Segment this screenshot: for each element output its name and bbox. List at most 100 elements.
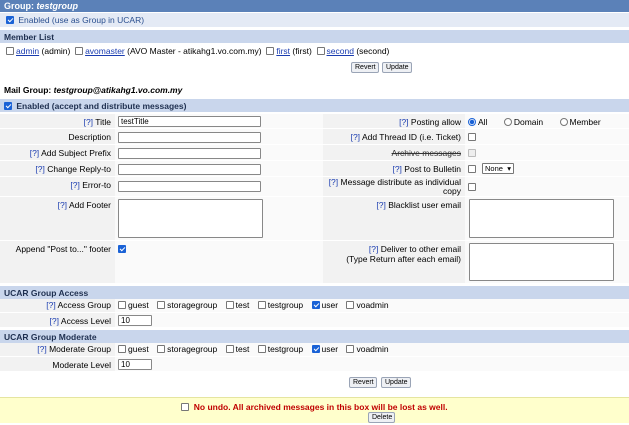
member-checkbox[interactable] [6, 47, 14, 55]
help-link[interactable]: [?] [399, 117, 408, 127]
individual-checkbox[interactable] [468, 183, 476, 191]
moderate-checkbox[interactable] [311, 345, 320, 353]
help-link[interactable]: [?] [84, 117, 93, 127]
moderate-option-testgroup[interactable]: testgroup [257, 344, 303, 354]
access-level-input[interactable]: 10 [118, 315, 152, 326]
moderate-checkbox[interactable] [225, 345, 234, 353]
access-option-voadmin[interactable]: voadmin [346, 300, 389, 310]
access-checkbox[interactable] [311, 301, 320, 309]
moderate-option-guest[interactable]: guest [118, 344, 149, 354]
delete-button[interactable]: Delete [368, 412, 395, 423]
access-option-storagegroup[interactable]: storagegroup [157, 300, 217, 310]
help-link[interactable]: [?] [46, 300, 55, 310]
mail-group-header: Mail Group: testgroup@atikahg1.vo.com.my [0, 84, 629, 96]
moderate-option-storagegroup[interactable]: storagegroup [157, 344, 217, 354]
access-option-testgroup[interactable]: testgroup [257, 300, 303, 310]
help-link[interactable]: [?] [329, 177, 338, 187]
member-update-button[interactable]: Update [382, 62, 412, 73]
moderate-level-label: Moderate Level [52, 360, 111, 370]
member-checkbox[interactable] [316, 47, 325, 55]
subject-prefix-input[interactable] [118, 148, 261, 159]
member-desc: (first) [292, 46, 312, 56]
thread-id-label: Add Thread ID (i.e. Ticket) [361, 132, 461, 142]
bulletin-select[interactable]: None ▾ [482, 163, 514, 174]
posting-radio[interactable] [503, 118, 512, 126]
title-input[interactable]: testTitle [118, 116, 261, 127]
bulletin-label: Post to Bulletin [404, 164, 461, 174]
footer-textarea[interactable] [118, 199, 263, 238]
help-link[interactable]: [?] [392, 164, 401, 174]
posting-option-domain[interactable]: Domain [503, 117, 543, 127]
access-checkbox[interactable] [118, 301, 126, 309]
revert-button[interactable]: Revert [349, 377, 377, 388]
help-link[interactable]: [?] [70, 180, 79, 190]
member-list-header: Member List [0, 30, 629, 43]
enabled-ucar-checkbox[interactable] [6, 16, 14, 24]
access-level-value-cell: 10 [115, 313, 629, 328]
help-link[interactable]: [?] [35, 164, 44, 174]
reply-to-label: Change Reply-to [47, 164, 111, 174]
member-revert-button[interactable]: Revert [351, 62, 379, 73]
posting-radio[interactable] [559, 118, 568, 126]
append-footer-checkbox[interactable] [118, 245, 126, 253]
moderate-checkbox[interactable] [257, 345, 266, 353]
help-link[interactable]: [?] [37, 344, 46, 354]
moderate-checkbox[interactable] [157, 345, 166, 353]
access-option-user[interactable]: user [311, 300, 338, 310]
help-link[interactable]: [?] [376, 200, 385, 210]
access-checkbox[interactable] [346, 301, 355, 309]
access-checkbox[interactable] [225, 301, 234, 309]
deliver-other-label-2: (Type Return after each email) [346, 254, 461, 264]
moderate-group-label-cell: [?] Moderate Group [0, 343, 115, 357]
help-link[interactable]: [?] [369, 244, 378, 254]
individual-value-cell [465, 177, 629, 197]
moderate-option-test[interactable]: test [225, 344, 249, 354]
posting-allow-label-cell: [?] Posting allow [323, 114, 465, 129]
member-link[interactable]: avomaster [85, 46, 125, 56]
moderate-option-user[interactable]: user [311, 344, 339, 354]
group-name: testgroup [36, 1, 79, 11]
member-checkbox[interactable] [266, 47, 275, 55]
bulletin-checkbox[interactable] [468, 165, 476, 173]
posting-option-all[interactable]: All [468, 117, 487, 127]
enabled-ucar-label: Enabled (use as Group in UCAR) [18, 15, 145, 25]
help-link[interactable]: [?] [58, 200, 67, 210]
access-checkbox[interactable] [257, 301, 266, 309]
member-item: first (first) [266, 46, 312, 56]
reply-to-input[interactable] [118, 164, 261, 175]
title-label: Title [95, 117, 111, 127]
thread-id-checkbox[interactable] [468, 133, 476, 141]
member-link[interactable]: second [327, 46, 354, 56]
access-checkbox[interactable] [157, 301, 166, 309]
moderate-option-voadmin[interactable]: voadmin [346, 344, 389, 354]
deliver-other-textarea[interactable] [469, 243, 614, 281]
member-link[interactable]: admin [16, 46, 39, 56]
posting-option-member[interactable]: Member [559, 117, 601, 127]
update-button[interactable]: Update [381, 377, 411, 388]
error-to-input[interactable] [118, 181, 261, 192]
help-link[interactable]: [?] [351, 132, 360, 142]
moderate-checkbox[interactable] [118, 345, 126, 353]
member-link[interactable]: first [276, 46, 290, 56]
append-footer-value-cell [115, 241, 323, 284]
access-option-guest[interactable]: guest [118, 300, 149, 310]
moderate-checkbox[interactable] [346, 345, 355, 353]
help-link[interactable]: [?] [30, 148, 39, 158]
enabled-mail-checkbox[interactable] [4, 102, 12, 110]
archive-value-cell [465, 145, 629, 161]
group-header: Group: testgroup [0, 0, 629, 12]
moderate-level-input[interactable]: 10 [118, 359, 152, 370]
moderate-option-label: user [321, 344, 339, 354]
description-input[interactable] [118, 132, 261, 143]
access-option-test[interactable]: test [225, 300, 250, 310]
moderate-header: UCAR Group Moderate [0, 330, 629, 343]
enabled-mail-label: Enabled (accept and distribute messages) [16, 101, 187, 111]
access-option-label: test [235, 300, 250, 310]
blacklist-textarea[interactable] [469, 199, 614, 238]
moderate-group-options: guest storagegroup test testgroup user v… [115, 343, 629, 357]
member-checkbox[interactable] [75, 47, 84, 55]
title-value-cell: testTitle [115, 114, 323, 129]
delete-confirm-checkbox[interactable] [181, 403, 190, 411]
help-link[interactable]: [?] [50, 316, 59, 326]
posting-radio[interactable] [468, 118, 476, 126]
